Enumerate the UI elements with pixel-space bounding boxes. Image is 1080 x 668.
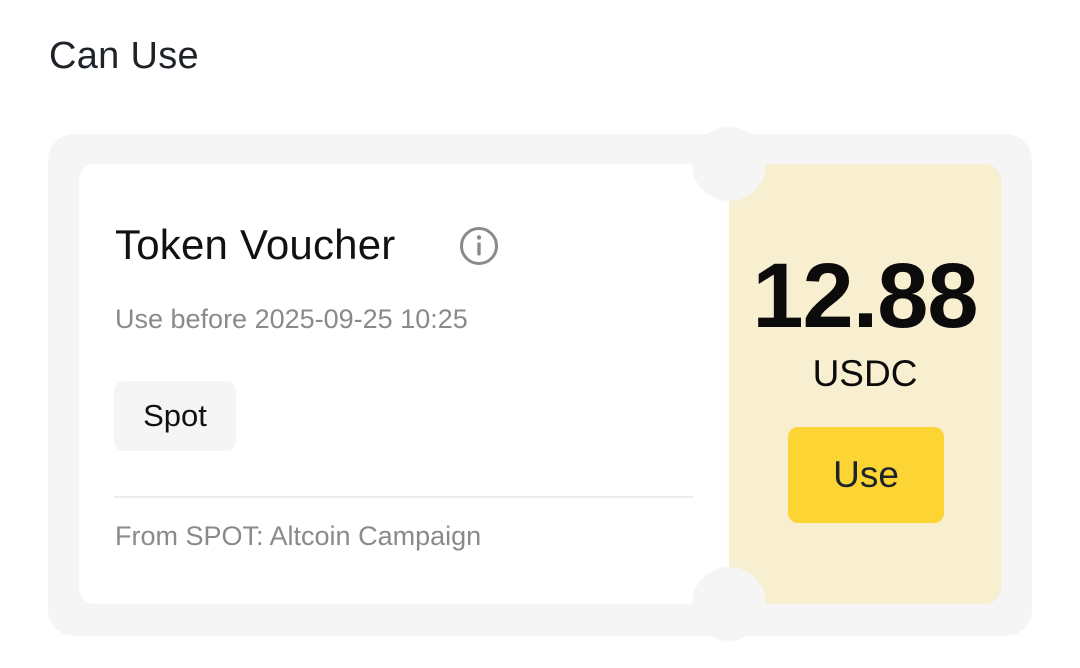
voucher-scope-tag: Spot bbox=[114, 381, 236, 451]
voucher-notch-bottom bbox=[692, 567, 766, 641]
voucher-source: From SPOT: Altcoin Campaign bbox=[115, 521, 482, 551]
voucher-page: Can Use Token Voucher Use before 2025-09… bbox=[0, 0, 1080, 668]
voucher-expiry-date: Use before 2025-09-25 10:25 bbox=[115, 304, 468, 334]
use-voucher-button[interactable]: Use bbox=[788, 427, 944, 523]
info-icon[interactable] bbox=[459, 226, 499, 266]
divider bbox=[114, 496, 693, 498]
voucher-currency: USDC bbox=[812, 353, 918, 394]
voucher-amount: 12.88 bbox=[752, 245, 978, 347]
section-title: Can Use bbox=[49, 35, 199, 77]
voucher-title: Token Voucher bbox=[115, 221, 396, 268]
voucher-notch-top bbox=[692, 127, 766, 201]
